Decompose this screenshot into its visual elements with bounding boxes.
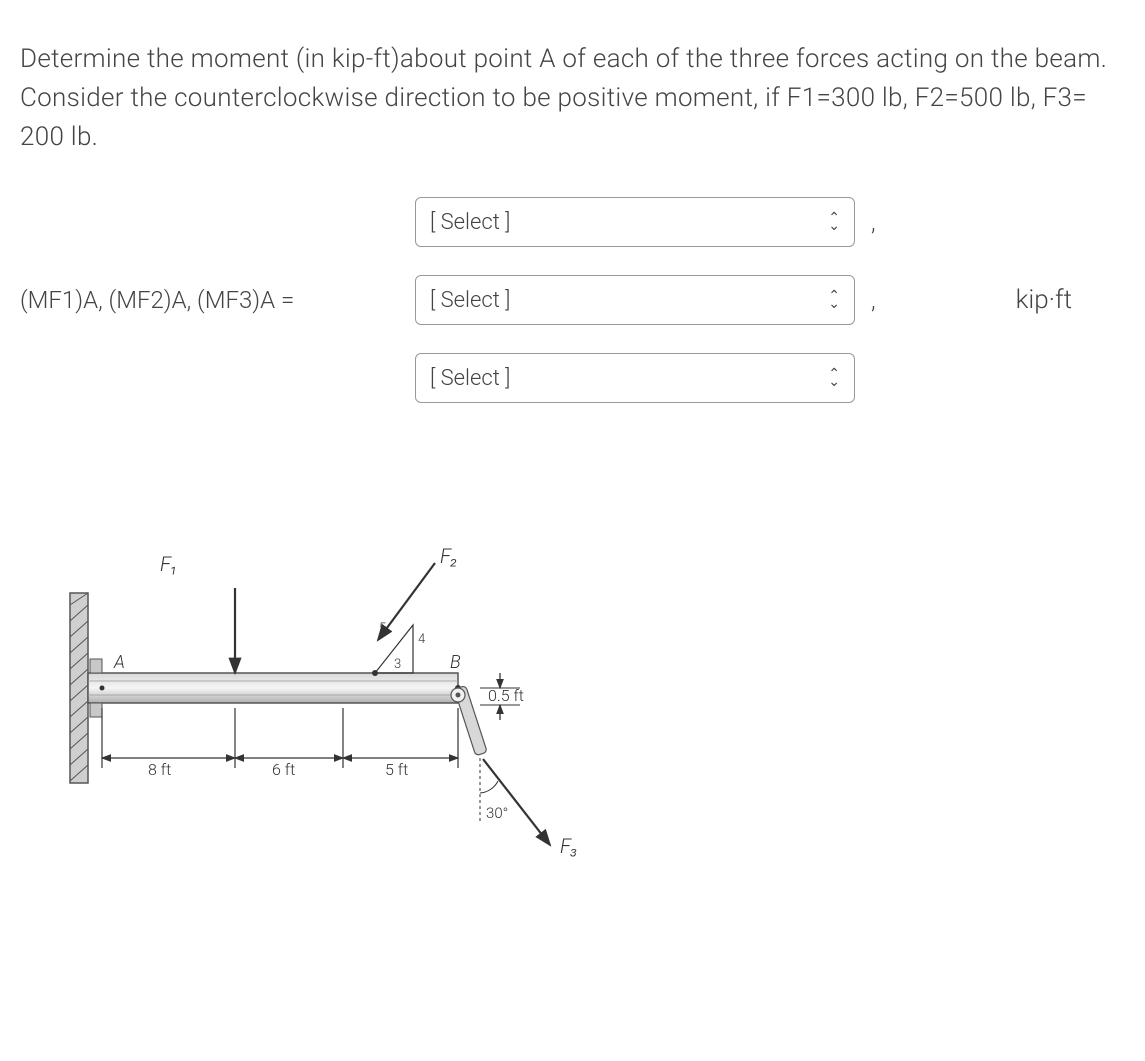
stepper-icon: ⌃⌄ (828, 214, 840, 231)
figure-d4: 0.5 ft (488, 686, 524, 705)
figure-label-A: A (113, 652, 125, 673)
figure-tri-bottom: 3 (394, 657, 401, 672)
stepper-icon: ⌃⌄ (828, 292, 840, 309)
unit-label: kip·ft (1016, 281, 1072, 320)
figure-label-F3: F₃ (560, 834, 578, 858)
select-3-placeholder: [ Select ] (430, 362, 510, 395)
answer-row: (MF1)A, (MF2)A, (MF3)A = [ Select ] ⌃⌄ ,… (20, 197, 1125, 403)
figure-angle: 30° (486, 804, 508, 822)
figure-d2: 6 ft (272, 760, 295, 779)
figure-d3: 5 ft (385, 760, 408, 779)
select-3[interactable]: [ Select ] ⌃⌄ (415, 353, 855, 403)
equation-label: (MF1)A, (MF2)A, (MF3)A = (20, 282, 415, 318)
comma: , (871, 204, 876, 240)
select-2-placeholder: [ Select ] (430, 284, 510, 317)
figure-d1: 8 ft (148, 760, 171, 779)
figure-label-B: B (450, 652, 461, 673)
figure-tri-top: 4 (418, 632, 425, 647)
question-text: Determine the moment (in kip-ft)about po… (20, 40, 1125, 157)
figure-tri-left: 5 (379, 621, 386, 636)
select-1[interactable]: [ Select ] ⌃⌄ (415, 197, 855, 247)
stepper-icon: ⌃⌄ (828, 370, 840, 387)
select-2[interactable]: [ Select ] ⌃⌄ (415, 275, 855, 325)
comma: , (871, 282, 876, 318)
select-1-placeholder: [ Select ] (430, 206, 510, 239)
figure-label-F1: F₁ (160, 552, 178, 576)
figure-label-F2: F₂ (440, 544, 458, 568)
beam-figure: A F₁ F₂ 4 5 3 B 0.5 ft F₃ 30° (20, 533, 1125, 873)
